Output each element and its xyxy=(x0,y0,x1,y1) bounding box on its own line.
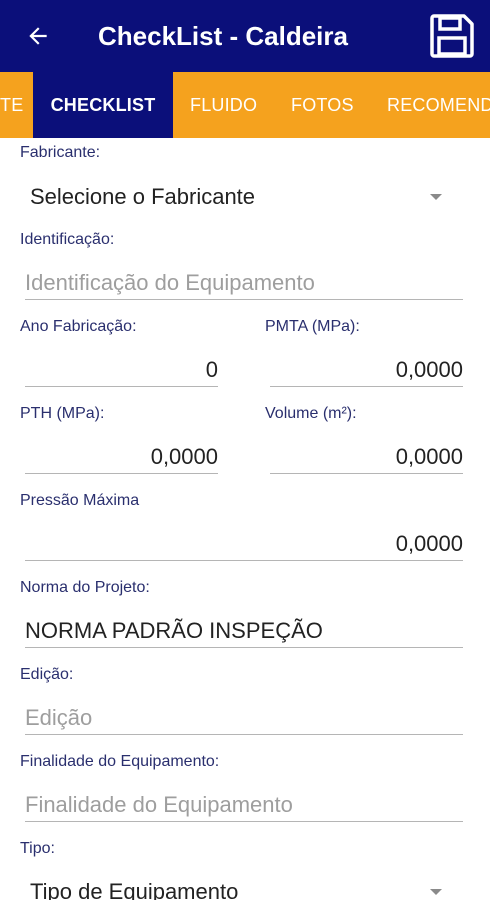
norma-projeto-label: Norma do Projeto: xyxy=(20,579,150,596)
tab-bar: TE CHECKLIST FLUIDO FOTOS RECOMEND xyxy=(0,72,490,138)
volume-label: Volume (m²): xyxy=(265,405,357,422)
floppy-disk-icon xyxy=(430,14,474,58)
page-title: CheckList - Caldeira xyxy=(98,21,348,51)
tipo-select[interactable]: Tipo de Equipamento xyxy=(30,872,450,900)
fabricante-label: Fabricante: xyxy=(20,144,101,161)
fabricante-value: Selecione o Fabricante xyxy=(30,184,256,209)
arrow-left-icon xyxy=(29,27,47,45)
norma-projeto-input[interactable]: NORMA PADRÃO INSPEÇÃO xyxy=(25,614,463,648)
tipo-value: Tipo de Equipamento xyxy=(30,879,239,900)
pmta-input[interactable]: 0,0000 xyxy=(270,353,463,387)
tipo-label: Tipo: xyxy=(20,840,55,857)
tab-fluido[interactable]: FLUIDO xyxy=(190,72,257,138)
pmta-label: PMTA (MPa): xyxy=(265,318,360,335)
edicao-label: Edição: xyxy=(20,666,74,683)
chevron-down-icon xyxy=(430,194,442,200)
identificacao-input[interactable]: Identificação do Equipamento xyxy=(25,266,463,300)
fabricante-select[interactable]: Selecione o Fabricante xyxy=(30,177,450,217)
pth-label: PTH (MPa): xyxy=(20,405,105,422)
pressao-maxima-input[interactable]: 0,0000 xyxy=(25,527,463,561)
tab-checklist[interactable]: CHECKLIST xyxy=(33,72,173,138)
identificacao-label: Identificação: xyxy=(20,231,115,248)
save-button[interactable] xyxy=(428,12,476,60)
ano-fabricacao-label: Ano Fabricação: xyxy=(20,318,137,335)
finalidade-input[interactable]: Finalidade do Equipamento xyxy=(25,788,463,822)
chevron-down-icon xyxy=(430,889,442,895)
pth-input[interactable]: 0,0000 xyxy=(25,440,218,474)
finalidade-label: Finalidade do Equipamento: xyxy=(20,753,220,770)
edicao-input[interactable]: Edição xyxy=(25,701,463,735)
volume-input[interactable]: 0,0000 xyxy=(270,440,463,474)
tab-recomendacoes[interactable]: RECOMEND xyxy=(387,72,490,138)
pressao-maxima-label: Pressão Máxima xyxy=(20,492,140,509)
tab-fotos[interactable]: FOTOS xyxy=(291,72,354,138)
app-bar: CheckList - Caldeira xyxy=(0,0,490,72)
ano-fabricacao-input[interactable]: 0 xyxy=(25,353,218,387)
tab-partial[interactable]: TE xyxy=(0,72,23,138)
back-button[interactable] xyxy=(22,20,54,52)
